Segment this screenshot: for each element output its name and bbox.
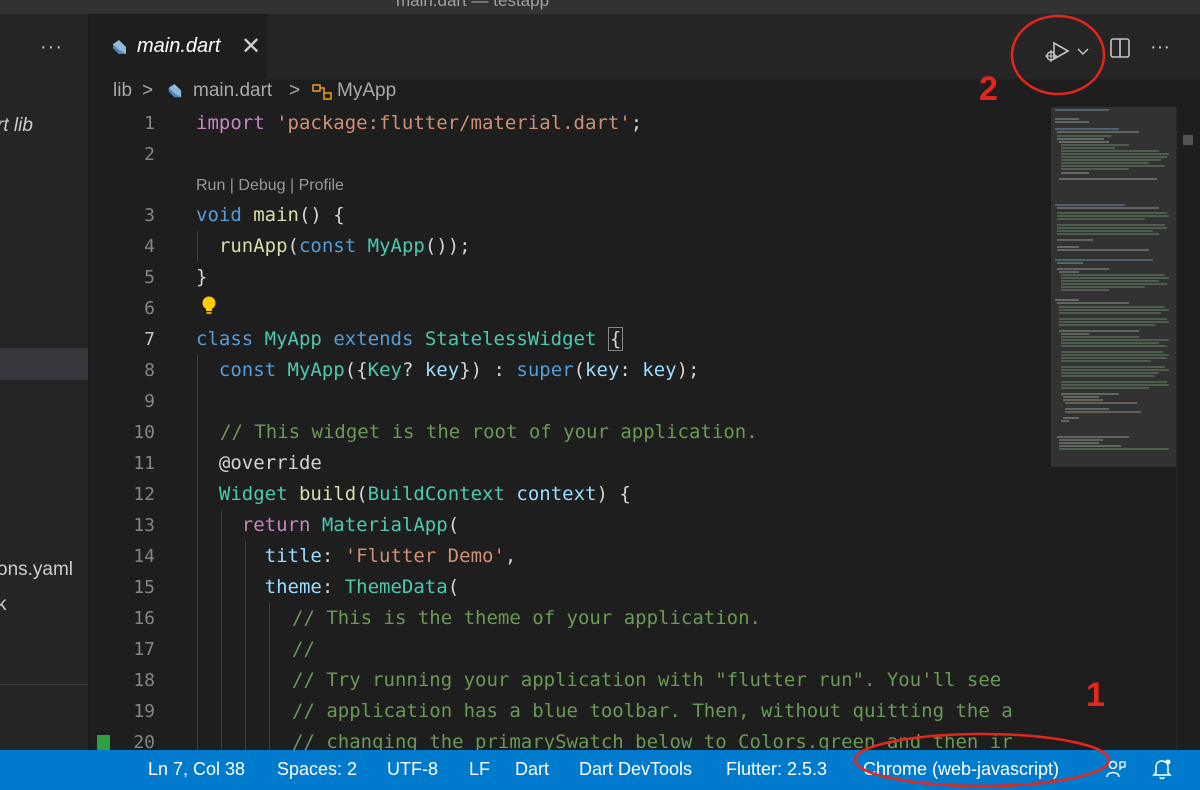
code-line-7: class MyApp extends StatelessWidget { [196,327,624,351]
feedback-icon[interactable] [1105,758,1127,785]
code-line-1: import 'package:flutter/material.dart'; [196,112,643,134]
annotation-number-1: 1 [1086,676,1105,714]
notifications-bell-icon[interactable] [1152,758,1172,785]
breadcrumb-separator: > [289,80,301,101]
line-number: 11 [133,453,155,474]
window-title: main.dart — testapp [395,0,550,10]
dart-icon [110,39,128,62]
line-number: 10 [133,422,155,443]
status-language[interactable]: Dart [515,759,549,780]
indent-guide [245,541,246,750]
lightbulb-icon[interactable] [201,295,217,322]
more-icon[interactable]: ··· [40,36,63,59]
line-number: 18 [133,670,155,691]
chevron-down-icon[interactable] [1077,44,1089,62]
code-line-8: const MyApp({Key? key}) : super(key: key… [218,359,700,381]
more-actions-icon[interactable]: ··· [1150,36,1170,59]
indent-guide [269,603,270,750]
run-debug-icon[interactable] [1040,36,1074,71]
tab-label: main.dart [137,35,221,57]
code-line-3: void main() { [196,204,345,226]
breadcrumb: lib > main.dart > MyApp [89,79,1200,107]
code-line-11: @override [218,452,322,474]
line-number: 8 [144,360,155,381]
status-eol[interactable]: LF [469,759,490,780]
codelens-run-debug-profile[interactable]: Run | Debug | Profile [196,177,344,195]
line-number: 2 [144,144,155,165]
breadcrumb-symbol[interactable]: MyApp [337,80,396,102]
sidebar-item-l[interactable]: l [0,626,1,648]
line-number: 14 [133,546,155,567]
line-number: 6 [144,298,155,319]
dart-icon [166,83,183,106]
code-line-16: // This is the theme of your application… [292,607,761,629]
scroll-thumb[interactable] [1183,135,1193,145]
line-number: 15 [133,577,155,598]
status-device[interactable]: Chrome (web-javascript) [863,759,1059,780]
status-bar: Ln 7, Col 38 Spaces: 2 UTF-8 LF Dart Dar… [0,750,1200,790]
class-icon [311,82,333,108]
code-line-5: } [196,266,208,288]
code-line-13: return MaterialApp( [241,514,460,536]
code-line-15: theme: ThemeData( [264,576,460,598]
line-number: 9 [144,391,155,412]
line-number: 5 [144,267,155,288]
status-indentation[interactable]: Spaces: 2 [277,759,357,780]
line-number: 1 [144,113,155,134]
sidebar-selected-row[interactable] [0,348,88,380]
split-editor-icon[interactable] [1109,37,1131,64]
line-number: 19 [133,701,155,722]
sidebar-divider [0,684,88,685]
tab-main-dart[interactable]: main.dart ✕ [89,14,267,79]
status-encoding[interactable]: UTF-8 [387,759,438,780]
code-line-19: // application has a blue toolbar. Then,… [292,700,1013,722]
sidebar-item-k[interactable]: k [0,594,7,616]
status-cursor-position[interactable]: Ln 7, Col 38 [148,759,245,780]
code-line-18: // Try running your application with "fl… [292,669,1002,691]
line-number: 13 [133,515,155,536]
code-line-20: // changing the primarySwatch below to C… [292,731,1013,750]
code-line-17: // [292,638,315,660]
tab-bar: main.dart ✕ [89,14,1200,79]
breadcrumb-separator: > [142,80,154,101]
line-number: 3 [144,205,155,226]
close-icon[interactable]: ✕ [241,32,261,61]
code-line-4: runApp(const MyApp()); [218,235,471,257]
title-bar: main.dart — testapp [0,0,1200,14]
code-editor[interactable]: 1 2 3 4 5 6 7 8 9 10 11 12 13 14 15 16 1… [89,107,1049,750]
line-number: 17 [133,639,155,660]
sidebar-item-yaml[interactable]: ons.yaml [0,559,73,581]
minimap-code-preview [1055,109,1169,450]
minimap[interactable] [1049,107,1176,750]
code-line-12: Widget build(BuildContext context) { [218,483,631,505]
breadcrumb-folder[interactable]: lib [113,80,132,102]
line-number: 16 [133,608,155,629]
status-devtools[interactable]: Dart DevTools [579,759,692,780]
code-line-14: title: 'Flutter Demo', [264,545,517,567]
git-change-marker [97,735,110,750]
vertical-scrollbar[interactable] [1176,107,1200,750]
annotation-number-2: 2 [979,70,998,108]
breadcrumb-file[interactable]: main.dart [193,80,272,102]
line-number: 4 [144,236,155,257]
status-flutter-version[interactable]: Flutter: 2.5.3 [726,759,827,780]
line-number: 7 [144,329,155,350]
line-number: 12 [133,484,155,505]
code-line-10: // This widget is the root of your appli… [220,421,758,443]
sidebar-item-lib[interactable]: rt lib [0,115,33,137]
explorer-sidebar: ··· rt lib ons.yaml k l [0,14,88,750]
